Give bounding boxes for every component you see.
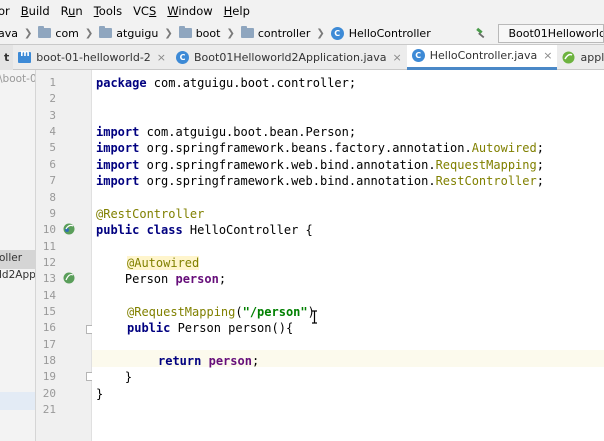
line-number: 19 — [42, 370, 56, 383]
spring-icon — [562, 51, 575, 63]
folder-icon — [240, 26, 254, 38]
close-icon[interactable]: × — [543, 49, 552, 62]
close-icon[interactable]: × — [157, 51, 166, 64]
tab-application-properties[interactable]: application.p — [557, 45, 604, 70]
text-cursor-icon — [312, 310, 317, 324]
project-panel-header: t — [0, 44, 14, 70]
folder-icon — [38, 26, 52, 38]
line-number: 10 — [42, 223, 56, 236]
line-number: 2 — [49, 92, 56, 105]
code-line-20: } — [96, 387, 104, 401]
tab-label: HelloController.java — [429, 49, 538, 62]
line-number: 11 — [42, 240, 56, 253]
ide-window: { "menu": { "items": [ {"label": "or"}, … — [0, 0, 604, 441]
menu-item-window[interactable]: Window — [167, 4, 212, 18]
close-icon[interactable]: × — [393, 51, 402, 64]
line-number: 17 — [42, 338, 56, 351]
code-line-16: public Person person(){ — [127, 321, 294, 335]
module-icon — [18, 49, 32, 63]
class-icon: C — [330, 26, 344, 40]
line-number: 7 — [49, 174, 56, 187]
breadcrumb-item-controller[interactable]: controller — [258, 27, 310, 40]
line-number: 16 — [42, 321, 56, 334]
breadcrumb-item-atguigu[interactable]: atguigu — [116, 27, 158, 40]
run-configuration-label: Boot01Helloworld2Ap — [508, 26, 603, 40]
tree-row-highlight — [0, 392, 35, 410]
line-number: 14 — [42, 289, 56, 302]
project-path: \boot-0 — [0, 73, 36, 85]
code-line-13: Person person; — [96, 272, 227, 286]
breadcrumb: ava ❯ com ❯ atguigu ❯ boot ❯ controller … — [0, 26, 431, 40]
line-number: 20 — [42, 387, 56, 400]
breadcrumb-item-hellocontroller[interactable]: HelloController — [349, 27, 431, 40]
code-line-7: import org.springframework.web.bind.anno… — [96, 174, 544, 188]
line-number: 13 — [42, 272, 56, 285]
line-number: 5 — [49, 141, 56, 154]
chevron-right-icon: ❯ — [84, 27, 94, 39]
menu-item-editor[interactable]: or — [0, 4, 10, 18]
code-line-6: import org.springframework.web.bind.anno… — [96, 158, 544, 172]
run-configuration-selector[interactable]: Boot01Helloworld2Ap — [498, 23, 604, 43]
code-line-1: package com.atguigu.boot.controller; — [96, 76, 357, 90]
menu-bar: or Build Run Tools VCS Window Help — [0, 0, 604, 22]
breadcrumb-item-java[interactable]: ava — [0, 27, 18, 40]
code-line-9: @RestController — [96, 207, 205, 221]
tab-label: boot-01-helloworld-2 — [36, 50, 151, 64]
code-line-12: @Autowired — [127, 256, 200, 270]
line-number: 9 — [49, 207, 56, 220]
chevron-right-icon: ❯ — [24, 27, 33, 39]
breadcrumb-item-boot[interactable]: boot — [196, 27, 221, 40]
code-line-5: import org.springframework.beans.factory… — [96, 141, 544, 155]
folder-icon — [99, 26, 113, 38]
code-line-10: public class HelloController { — [96, 223, 313, 237]
line-number: 12 — [42, 256, 56, 269]
tab-label: application.p — [580, 50, 604, 64]
breadcrumb-item-com[interactable]: com — [55, 27, 79, 40]
menu-item-run[interactable]: Run — [61, 4, 83, 18]
project-panel-header-label: t — [4, 50, 10, 64]
chevron-right-icon: ❯ — [226, 27, 235, 39]
menu-item-build[interactable]: Build — [21, 4, 50, 18]
menu-item-vcs[interactable]: VCS — [133, 4, 156, 18]
line-number: 4 — [49, 125, 56, 138]
project-tool-window: \boot-0 oller ld2Appli — [0, 70, 36, 441]
code-line-18: return person; — [158, 354, 260, 368]
editor-gutter: 1 2 3 4 5 6 7 8 9 10 11 12 13 14 15 16 1… — [36, 70, 112, 441]
line-number: 1 — [49, 76, 56, 89]
chevron-right-icon: ❯ — [316, 27, 325, 39]
editor-tab-bar: t boot-01-helloworld-2 × C Boot01Hellowo… — [0, 44, 604, 70]
chevron-right-icon: ❯ — [164, 27, 173, 39]
class-icon: C — [411, 49, 425, 62]
line-number: 3 — [49, 109, 56, 122]
class-icon: C — [176, 50, 190, 64]
tab-hellocontroller[interactable]: C HelloController.java × — [406, 44, 558, 70]
line-number: 8 — [49, 191, 56, 204]
hammer-icon[interactable] — [475, 25, 487, 41]
code-line-4: import com.atguigu.boot.bean.Person; — [96, 125, 357, 139]
code-editor[interactable]: package com.atguigu.boot.controller; imp… — [92, 70, 604, 441]
tab-boot01helloworld2application[interactable]: C Boot01Helloworld2Application.java × — [171, 45, 407, 70]
tab-boot-01-helloworld-2[interactable]: boot-01-helloworld-2 × — [13, 45, 171, 70]
tree-item-application[interactable]: ld2Appli — [0, 269, 35, 281]
line-number: 15 — [42, 305, 56, 318]
tree-item-controller[interactable]: oller — [0, 252, 22, 264]
menu-item-tools[interactable]: Tools — [94, 4, 122, 18]
menu-item-help[interactable]: Help — [224, 4, 250, 18]
folder-icon — [178, 26, 192, 38]
code-line-19: } — [96, 370, 133, 384]
line-number: 21 — [42, 403, 56, 416]
line-number: 18 — [42, 354, 56, 367]
navigation-bar: ava ❯ com ❯ atguigu ❯ boot ❯ controller … — [0, 22, 604, 45]
spring-bean-icon[interactable] — [63, 272, 75, 284]
spring-bean-icon[interactable] — [63, 223, 75, 235]
code-line-15: @RequestMapping("/person") — [127, 305, 315, 319]
tab-label: Boot01Helloworld2Application.java — [194, 50, 387, 64]
line-number: 6 — [49, 158, 56, 171]
